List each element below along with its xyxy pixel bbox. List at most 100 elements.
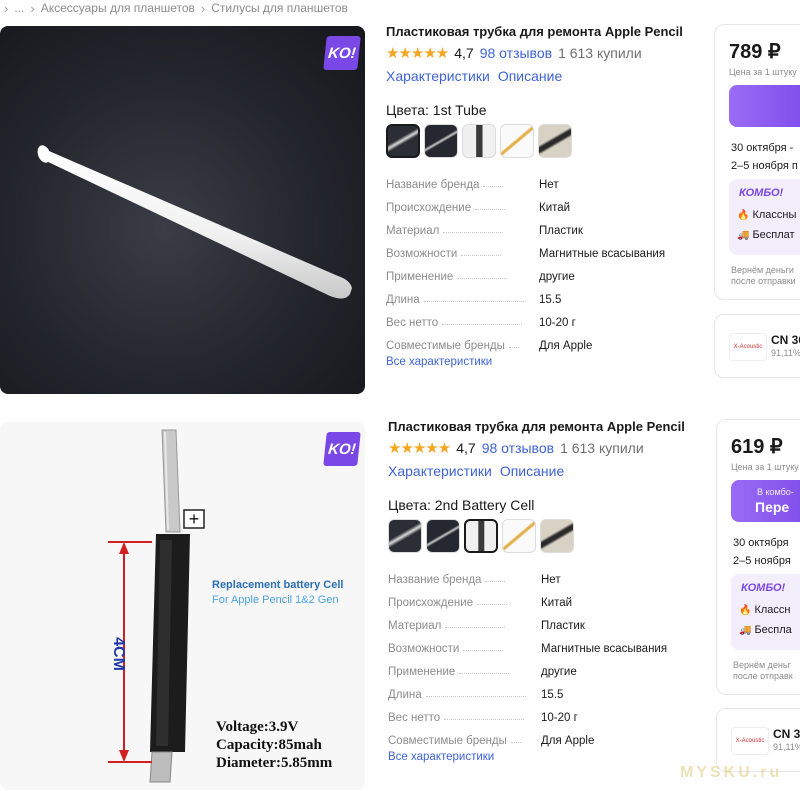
price: 789 ₽	[729, 41, 781, 63]
price-per-unit: Цена за 1 штуку	[729, 67, 797, 77]
combo-option-label: Бесплат	[752, 229, 795, 241]
tab-characteristics[interactable]: Характеристики	[388, 463, 492, 479]
spec-value: 10-20 г	[539, 317, 576, 329]
flame-icon: 🔥	[739, 605, 752, 616]
info-tabs: Характеристики Описание	[388, 463, 698, 479]
spec-key: Материал	[386, 225, 440, 237]
diameter-spec: Diameter:5.85mm	[216, 755, 333, 771]
ko-badge: KO!	[323, 432, 361, 466]
spec-key: Возможности	[388, 643, 460, 655]
truck-icon: 🚚	[739, 625, 752, 636]
tab-characteristics[interactable]: Характеристики	[386, 68, 490, 84]
spec-value: Нет	[541, 574, 561, 586]
color-swatch[interactable]	[540, 519, 574, 553]
truck-icon: 🚚	[737, 230, 750, 241]
all-characteristics-link[interactable]: Все характеристики	[388, 751, 698, 763]
buy-button-line1: В комбо-	[757, 487, 794, 497]
tab-description[interactable]: Описание	[500, 463, 564, 479]
spec-key: Название бренда	[386, 179, 480, 191]
spec-row: Длина 15.5	[388, 678, 698, 701]
spec-key: Происхождение	[386, 202, 472, 214]
product-card-1: KO! Пластиковая трубка для ремонта Apple…	[0, 0, 800, 394]
caption-title: Replacement battery Cell	[212, 579, 343, 591]
buy-button-label: Пере	[755, 499, 790, 515]
rating-stars-icon: ★★★★★	[388, 440, 451, 457]
price: 619 ₽	[731, 436, 783, 458]
price-per-unit: Цена за 1 штуку	[731, 462, 799, 472]
spec-value: Нет	[539, 179, 559, 191]
color-swatch[interactable]	[462, 124, 496, 158]
color-swatch[interactable]	[502, 519, 536, 553]
spec-key: Вес нетто	[388, 712, 441, 724]
spec-row: Вес нетто 10-20 г	[388, 701, 698, 724]
spec-key: Применение	[388, 666, 456, 678]
combo-block[interactable]: КОМБО! 🔥 Классны 🚚 Бесплат	[729, 179, 800, 255]
refund-note: Вернём деньг после отправк	[733, 660, 793, 682]
color-swatch[interactable]	[386, 124, 420, 158]
tab-description[interactable]: Описание	[498, 68, 562, 84]
spec-key: Вес нетто	[386, 317, 439, 329]
spec-row: Вес нетто 10-20 г	[386, 306, 696, 329]
combo-logo: КОМБО!	[739, 187, 784, 199]
color-swatch[interactable]	[464, 519, 498, 553]
capacity-spec: Capacity:85mah	[216, 737, 322, 753]
spec-value: другие	[539, 271, 575, 283]
spec-value: 15.5	[541, 689, 564, 701]
buy-button[interactable]	[729, 85, 800, 127]
spec-value: Магнитные всасывания	[539, 248, 666, 260]
product-card-2: + 4CM Replacement battery Cell For Apple…	[0, 396, 800, 790]
spec-row: Применение другие	[388, 655, 698, 678]
spec-value: Для Apple	[539, 340, 593, 352]
spec-key: Название бренда	[388, 574, 482, 586]
product-title[interactable]: Пластиковая трубка для ремонта Apple Pen…	[388, 419, 698, 435]
spec-row: Материал Пластик	[386, 214, 696, 237]
spec-row: Происхождение Китай	[388, 586, 698, 609]
spec-value: Магнитные всасывания	[541, 643, 668, 655]
spec-value: другие	[541, 666, 577, 678]
color-swatch[interactable]	[500, 124, 534, 158]
spec-row: Материал Пластик	[388, 609, 698, 632]
seller-logo: X-Acoustic	[731, 727, 769, 755]
voltage-spec: Voltage:3.9V	[216, 719, 299, 735]
product-image[interactable]: + 4CM Replacement battery Cell For Apple…	[0, 422, 365, 790]
product-image[interactable]: KO!	[0, 26, 365, 394]
reviews-link[interactable]: 98 отзывов	[480, 45, 552, 61]
spec-row: Совместимые бренды Для Apple	[386, 329, 696, 352]
reviews-link[interactable]: 98 отзывов	[482, 440, 554, 456]
spec-value: Для Apple	[541, 735, 595, 747]
product-info: Пластиковая трубка для ремонта Apple Pen…	[386, 24, 696, 368]
color-swatch[interactable]	[538, 124, 572, 158]
combo-option: 🔥 Классн	[739, 604, 790, 616]
price-panel: 619 ₽ Цена за 1 штуку В комбо- Пере 30 о…	[716, 419, 800, 695]
delivery-date-alt: 2–5 ноября	[733, 555, 791, 567]
all-characteristics-link[interactable]: Все характеристики	[386, 356, 696, 368]
seller-card[interactable]: X-Acoustic CN 36 91,11%	[714, 314, 800, 378]
rating-stars-icon: ★★★★★	[386, 45, 449, 62]
combo-block[interactable]: КОМБО! 🔥 Классн 🚚 Беспла	[731, 574, 800, 650]
flame-icon: 🔥	[737, 210, 750, 221]
watermark: MYSKU.ru	[680, 764, 783, 781]
color-swatch[interactable]	[388, 519, 422, 553]
spec-list: Название бренда Нет Происхождение Китай Ма…	[388, 563, 698, 747]
delivery-date: 30 октября	[733, 537, 789, 549]
dimension-label: 4CM	[110, 637, 127, 671]
spec-key: Возможности	[386, 248, 458, 260]
bought-count: 1 613 купили	[558, 45, 642, 61]
seller-card[interactable]: X-Acoustic CN 3 91,11%	[716, 708, 800, 772]
info-tabs: Характеристики Описание	[386, 68, 696, 84]
color-swatch[interactable]	[426, 519, 460, 553]
battery-cell-image: + 4CM Replacement battery Cell For Apple…	[108, 429, 343, 783]
refund-line2: после отправк	[733, 671, 793, 681]
ko-badge: KO!	[323, 36, 361, 70]
product-title[interactable]: Пластиковая трубка для ремонта Apple Pen…	[386, 24, 696, 40]
rating-value: 4,7	[454, 45, 474, 61]
combo-logo: КОМБО!	[741, 582, 786, 594]
combo-option-label: Классн	[754, 604, 791, 616]
spec-row: Длина 15.5	[386, 283, 696, 306]
spec-value: Китай	[539, 202, 571, 214]
spec-value: Китай	[541, 597, 573, 609]
color-swatch[interactable]	[424, 124, 458, 158]
combo-buy-button[interactable]: В комбо- Пере	[731, 480, 800, 522]
spec-value: Пластик	[539, 225, 583, 237]
spec-row: Возможности Магнитные всасывания	[388, 632, 698, 655]
